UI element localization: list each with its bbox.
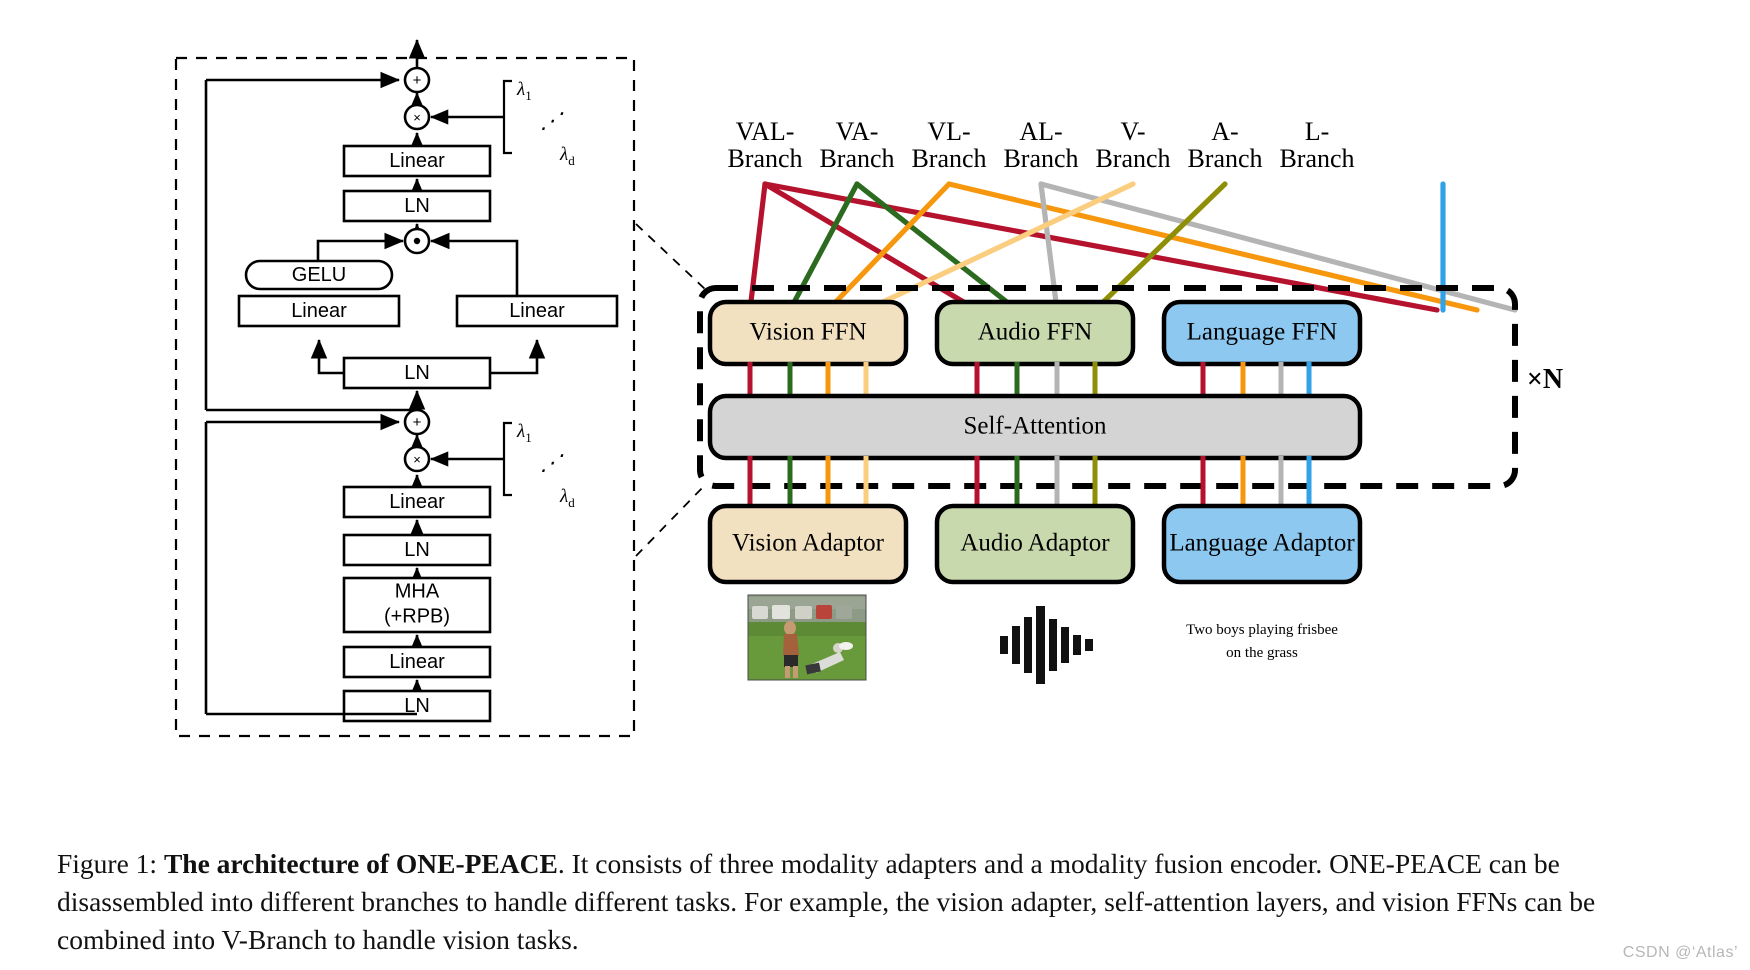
language-ffn-label: Language FFN — [1187, 319, 1338, 346]
vision-input-photo — [748, 595, 866, 680]
ffn-lambda-dots: ⋰ — [540, 108, 564, 133]
branch-line-va-to-audio — [854, 181, 1020, 313]
attn-lambda-first: λ1 — [516, 421, 532, 445]
branch-labels: VAL- Branch VA- Branch VL- Branch AL- Br… — [727, 117, 1354, 173]
audio-ffn-label: Audio FFN — [978, 319, 1093, 346]
branch-label-al-line1: AL- — [1019, 117, 1062, 146]
branch-label-a-line1: A- — [1211, 117, 1238, 146]
self-attention-block: Self-Attention — [707, 393, 1363, 461]
ffn-add-symbol: + — [413, 72, 422, 89]
ffn-ln-in-label: LN — [404, 362, 430, 384]
branch-label-v-line2: Branch — [1095, 144, 1170, 173]
attn-mul-symbol: × — [413, 452, 421, 467]
branch-label-vl-line2: Branch — [911, 144, 986, 173]
ffn-linear-gate-label: Linear — [291, 300, 347, 322]
ffn-lambda-bracket — [502, 79, 512, 155]
caption-bold-title: The architecture of ONE-PEACE — [163, 848, 558, 879]
callout-leader-lines — [635, 223, 707, 557]
branch-label-val-line1: VAL- — [736, 117, 795, 146]
language-input-line1: Two boys playing frisbee — [1186, 622, 1338, 638]
adaptor-row: Vision Adaptor Audio Adaptor Language Ad… — [707, 503, 1363, 585]
figure-caption: Figure 1: The architecture of ONE-PEACE.… — [57, 845, 1697, 959]
attn-linear-out-label: Linear — [389, 491, 445, 513]
figure-root: + × λ1 ⋰ λd Linear LN GELU Linear Linear… — [0, 0, 1750, 970]
vision-ffn-label: Vision FFN — [749, 319, 866, 346]
branch-label-l-line2: Branch — [1279, 144, 1354, 173]
attn-ln-mid-label: LN — [404, 539, 430, 561]
ffn-attention-connectors — [747, 362, 1312, 396]
ffn-row: Vision FFN Audio FFN Language FFN — [707, 299, 1363, 367]
ffn-lambda-last: λd — [559, 144, 575, 168]
branch-line-val-to-language — [762, 181, 1440, 313]
branch-label-va-line1: VA- — [836, 117, 879, 146]
ffn-linear-value-label: Linear — [509, 300, 565, 322]
self-attention-label: Self-Attention — [963, 413, 1107, 440]
branch-label-va-line2: Branch — [819, 144, 894, 173]
branch-routing-lines — [747, 181, 1518, 313]
vision-adaptor-label: Vision Adaptor — [732, 530, 885, 557]
branch-label-al-line2: Branch — [1003, 144, 1078, 173]
branch-line-vl-to-language — [946, 181, 1480, 313]
language-adaptor-label: Language Adaptor — [1169, 530, 1355, 557]
repeat-n-label: ×N — [1527, 364, 1563, 395]
audio-adaptor-label: Audio Adaptor — [960, 530, 1110, 557]
architecture-diagram: + × λ1 ⋰ λd Linear LN GELU Linear Linear… — [174, 38, 1563, 738]
ffn-mul-symbol: × — [413, 110, 421, 125]
branch-label-v-line1: V- — [1120, 117, 1145, 146]
csdn-watermark: CSDN @‘Atlas’ — [1622, 944, 1738, 961]
attn-mha-label-line2: (+RPB) — [384, 605, 450, 627]
caption-prefix: Figure 1: — [57, 848, 158, 879]
attn-lambda-last: λd — [559, 486, 575, 510]
attn-linear-in-label: Linear — [389, 651, 445, 673]
branch-label-a-line2: Branch — [1187, 144, 1262, 173]
attn-add-symbol: + — [413, 414, 422, 431]
audio-input-waveform — [1000, 606, 1093, 684]
ffn-sublayer: + × λ1 ⋰ λd Linear LN GELU Linear Linear… — [204, 38, 619, 412]
language-input-text: Two boys playing frisbee on the grass — [1186, 622, 1338, 661]
ffn-linear-out-label: Linear — [389, 150, 445, 172]
language-input-line2: on the grass — [1226, 645, 1298, 661]
ffn-ln-out-label: LN — [404, 195, 430, 217]
ffn-gelu-label: GELU — [292, 264, 346, 286]
attn-lambda-dots: ⋰ — [540, 450, 564, 475]
branch-line-val-to-vision — [747, 181, 768, 313]
attn-mha-label-line1: MHA — [395, 580, 440, 602]
branch-line-al-to-audio — [1038, 181, 1060, 313]
ffn-lambda-first: λ1 — [516, 79, 532, 103]
branch-label-val-line2: Branch — [727, 144, 802, 173]
branch-label-vl-line1: VL- — [927, 117, 970, 146]
branch-label-l-line1: L- — [1305, 117, 1330, 146]
attention-sublayer: + × λ1 ⋰ λd Linear LN MHA (+RPB) Linear — [204, 408, 575, 723]
attn-lambda-bracket — [502, 421, 512, 497]
